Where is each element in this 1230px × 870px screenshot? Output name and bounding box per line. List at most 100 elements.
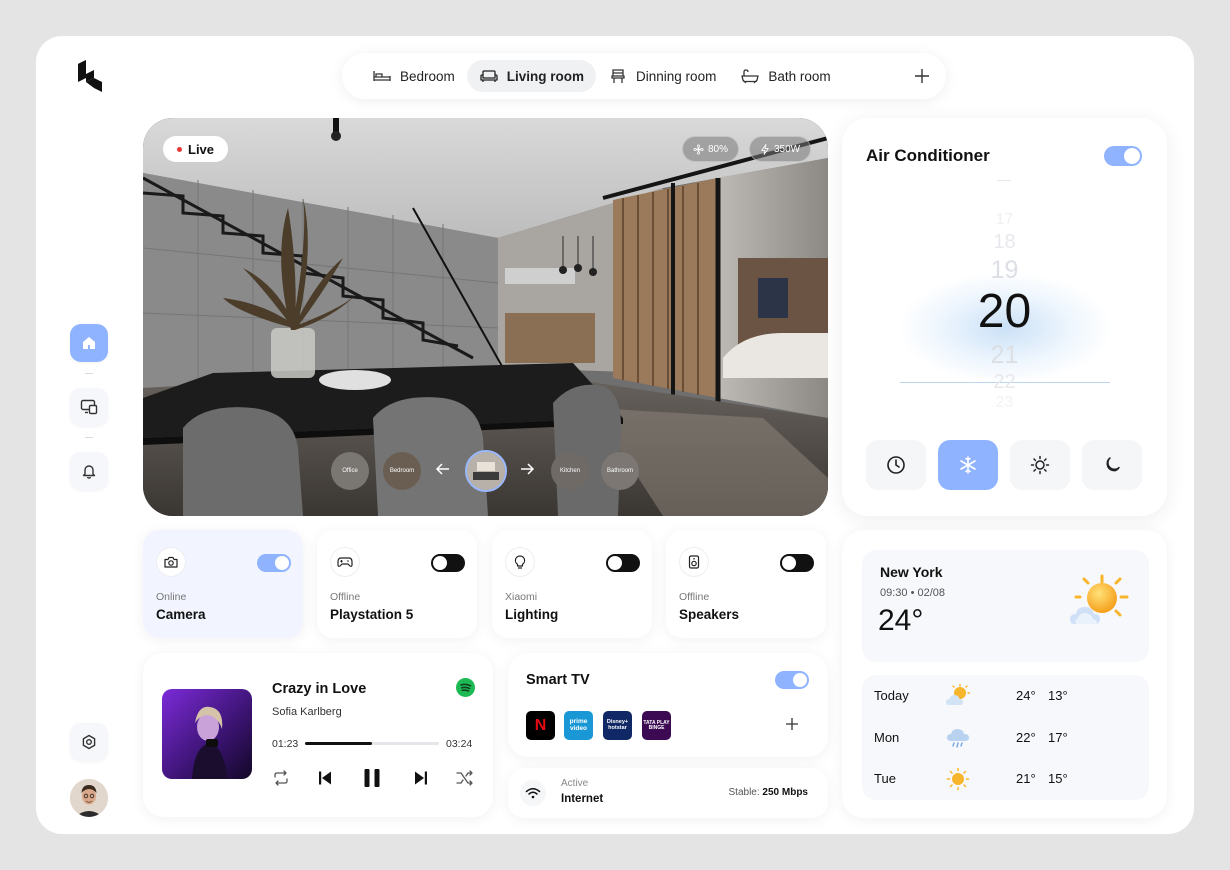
app-netflix[interactable]: N	[526, 711, 555, 740]
device-card-lighting[interactable]: Xiaomi Lighting	[492, 530, 652, 638]
net-icon-badge	[520, 780, 546, 806]
smart-tv-title: Smart TV	[526, 672, 590, 688]
ac-mode-night-button[interactable]	[1082, 440, 1142, 490]
sidebar-devices-button[interactable]	[70, 388, 108, 426]
device-status: Offline	[330, 591, 361, 603]
tab-label: Living room	[506, 68, 585, 84]
device-name: Speakers	[679, 607, 740, 622]
spotify-icon[interactable]	[456, 678, 475, 697]
weather-forecast: Today 24° 13° Mon 22° 17° Tue 21° 15°	[862, 675, 1149, 800]
tab-dinning-room[interactable]: Dinning room	[596, 60, 728, 92]
temp-option[interactable]: 17	[842, 211, 1167, 229]
temp-option[interactable]: 18	[842, 231, 1167, 254]
sun-icon	[946, 767, 970, 791]
lightning-icon	[761, 143, 769, 155]
add-room-button[interactable]	[906, 60, 938, 92]
bathtub-icon	[741, 69, 759, 84]
tab-bedroom[interactable]: Bedroom	[360, 60, 467, 92]
camera-toggle[interactable]	[257, 554, 291, 572]
home-icon	[83, 337, 95, 349]
next-track-button[interactable]	[410, 767, 432, 789]
ac-mode-cool-button[interactable]	[938, 440, 998, 490]
room-thumb-bathroom[interactable]: Bathroom	[601, 452, 639, 490]
sidebar-divider	[85, 437, 93, 438]
room-thumb-label: Bedroom	[389, 468, 415, 474]
app-label: Disney+ hotstar	[606, 719, 629, 731]
elapsed-time: 01:23	[272, 738, 299, 750]
speakers-toggle[interactable]	[780, 554, 814, 572]
partly-sunny-icon	[1070, 574, 1129, 624]
song-progress-bar[interactable]	[305, 742, 439, 745]
next-room-arrow[interactable]	[517, 461, 537, 481]
room-thumb-living-room[interactable]	[465, 450, 507, 492]
room-thumb-label: Kitchen	[559, 468, 580, 474]
app-prime-video[interactable]: prime video	[564, 711, 593, 740]
temp-option[interactable]: 21	[842, 341, 1167, 370]
skip-forward-icon	[415, 771, 427, 785]
forecast-low: 13°	[1048, 688, 1068, 703]
room-thumb-bedroom[interactable]: Bedroom	[383, 452, 421, 490]
ac-mode-heat-button[interactable]	[1010, 440, 1070, 490]
sidebar-notifications-button[interactable]	[70, 452, 108, 490]
app-disney-hotstar[interactable]: Disney+ hotstar	[603, 711, 632, 740]
app-tata-play-binge[interactable]: TATA PLAY BINGE	[642, 711, 671, 740]
weather-temperature: 24°	[878, 604, 924, 637]
current-temperature[interactable]: 20	[842, 284, 1167, 339]
repeat-icon	[274, 770, 288, 786]
device-card-speakers[interactable]: Offline Speakers	[666, 530, 826, 638]
internet-name: Internet	[561, 793, 604, 805]
living-room-thumb-image	[467, 452, 505, 490]
power-usage-badge: 350W	[749, 136, 812, 162]
brand-logo-icon	[78, 60, 102, 92]
tab-label: Bedroom	[400, 68, 455, 84]
forecast-high: 24°	[1016, 688, 1036, 703]
device-card-camera[interactable]: Online Camera	[143, 530, 303, 638]
device-status: Online	[156, 591, 187, 603]
device-card-playstation[interactable]: Offline Playstation 5	[317, 530, 477, 638]
smart-tv-toggle[interactable]	[775, 671, 809, 689]
shuffle-button[interactable]	[454, 767, 476, 789]
previous-track-button[interactable]	[314, 767, 336, 789]
temp-option[interactable]: 23	[842, 394, 1167, 412]
sidebar-home-button[interactable]	[70, 324, 108, 362]
devices-icon	[80, 399, 98, 415]
song-progress-fill	[305, 742, 372, 745]
pause-icon	[364, 769, 380, 787]
speed-label: Stable:	[728, 787, 760, 798]
live-label: Live	[188, 141, 215, 157]
tab-bath-room[interactable]: Bath room	[728, 60, 842, 92]
device-name: Playstation 5	[330, 607, 414, 622]
user-avatar[interactable]	[70, 779, 108, 817]
internet-card[interactable]: Active Internet Stable: 250 Mbps	[508, 768, 828, 818]
album-art-image	[162, 689, 252, 779]
room-thumb-kitchen[interactable]: Kitchen	[551, 452, 589, 490]
ac-mode-selector	[866, 440, 1142, 490]
lighting-toggle[interactable]	[606, 554, 640, 572]
ac-mode-timer-button[interactable]	[866, 440, 926, 490]
temp-option[interactable]: 22	[842, 371, 1167, 394]
temperature-wheel[interactable]: 17 18 19 20 21 22 23	[842, 178, 1167, 413]
room-camera-view[interactable]: Live 80% 350W Office Bedroom Kitchen Bat…	[143, 118, 828, 516]
tab-living-room[interactable]: Living room	[466, 60, 597, 92]
arrow-left-icon	[435, 463, 449, 475]
temp-option[interactable]: 19	[842, 256, 1167, 285]
song-artist: Sofia Karlberg	[272, 706, 342, 718]
prev-room-arrow[interactable]	[433, 461, 453, 481]
gamepad-icon	[337, 557, 353, 567]
live-badge: Live	[163, 136, 229, 162]
room-thumb-office[interactable]: Office	[331, 452, 369, 490]
playstation-toggle[interactable]	[431, 554, 465, 572]
tab-label: Bath room	[768, 68, 831, 84]
repeat-button[interactable]	[270, 767, 292, 789]
sidebar-settings-button[interactable]	[70, 723, 108, 761]
ac-power-toggle[interactable]	[1104, 146, 1142, 166]
app-label: prime video	[569, 718, 588, 732]
forecast-low: 17°	[1048, 730, 1068, 745]
rain-cloud-icon	[947, 729, 969, 748]
app-label: TATA PLAY BINGE	[643, 719, 670, 731]
album-art[interactable]	[162, 689, 252, 779]
live-indicator-dot	[177, 146, 182, 152]
pause-button[interactable]	[361, 767, 383, 789]
add-app-button[interactable]	[782, 715, 802, 735]
sofa-icon	[480, 70, 498, 82]
